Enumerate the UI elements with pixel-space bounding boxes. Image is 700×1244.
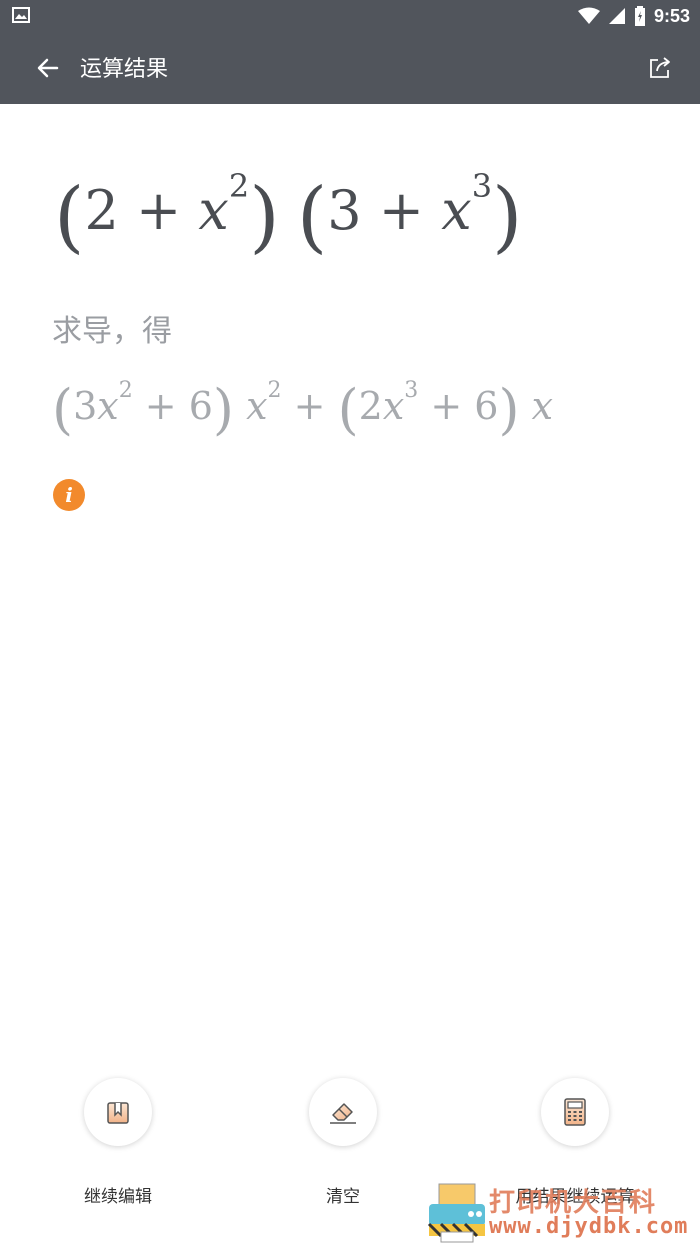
image-notification-icon (12, 7, 30, 23)
status-time: 9:53 (653, 5, 690, 26)
arrow-back-icon (37, 58, 59, 78)
printer-logo-icon (427, 1183, 485, 1243)
result-expression: (3x2 + 6) x2 + (2x3 + 6) x (52, 378, 554, 441)
action-circle (84, 1078, 152, 1146)
action-label: 清空 (326, 1187, 360, 1207)
share-icon (650, 57, 670, 78)
continue-edit-button[interactable]: 继续编辑 (48, 1078, 188, 1207)
calculator-icon (564, 1098, 586, 1126)
info-button[interactable]: i (53, 479, 85, 511)
action-label: 继续编辑 (84, 1187, 152, 1207)
watermark: 打印机大百科 www.djydbk.com (425, 1182, 700, 1244)
action-circle (309, 1078, 377, 1146)
watermark-url: www.djydbk.com (489, 1214, 689, 1239)
eraser-icon (330, 1103, 356, 1124)
app-bar: 运算结果 (0, 32, 700, 104)
input-expression: (2 + x2) (3 + x3) (54, 167, 523, 262)
action-circle (541, 1078, 609, 1146)
cellular-signal-icon (608, 8, 625, 24)
battery-icon (634, 6, 645, 26)
page-title: 运算结果 (80, 57, 169, 82)
back-button[interactable] (26, 46, 70, 90)
edit-document-icon (107, 1102, 129, 1124)
share-button[interactable] (640, 48, 680, 88)
status-bar: 9:53 (0, 0, 700, 32)
info-icon: i (65, 483, 73, 507)
operation-label: 求导，得 (52, 314, 172, 349)
clear-button[interactable]: 清空 (273, 1078, 413, 1207)
wifi-icon (577, 7, 600, 24)
